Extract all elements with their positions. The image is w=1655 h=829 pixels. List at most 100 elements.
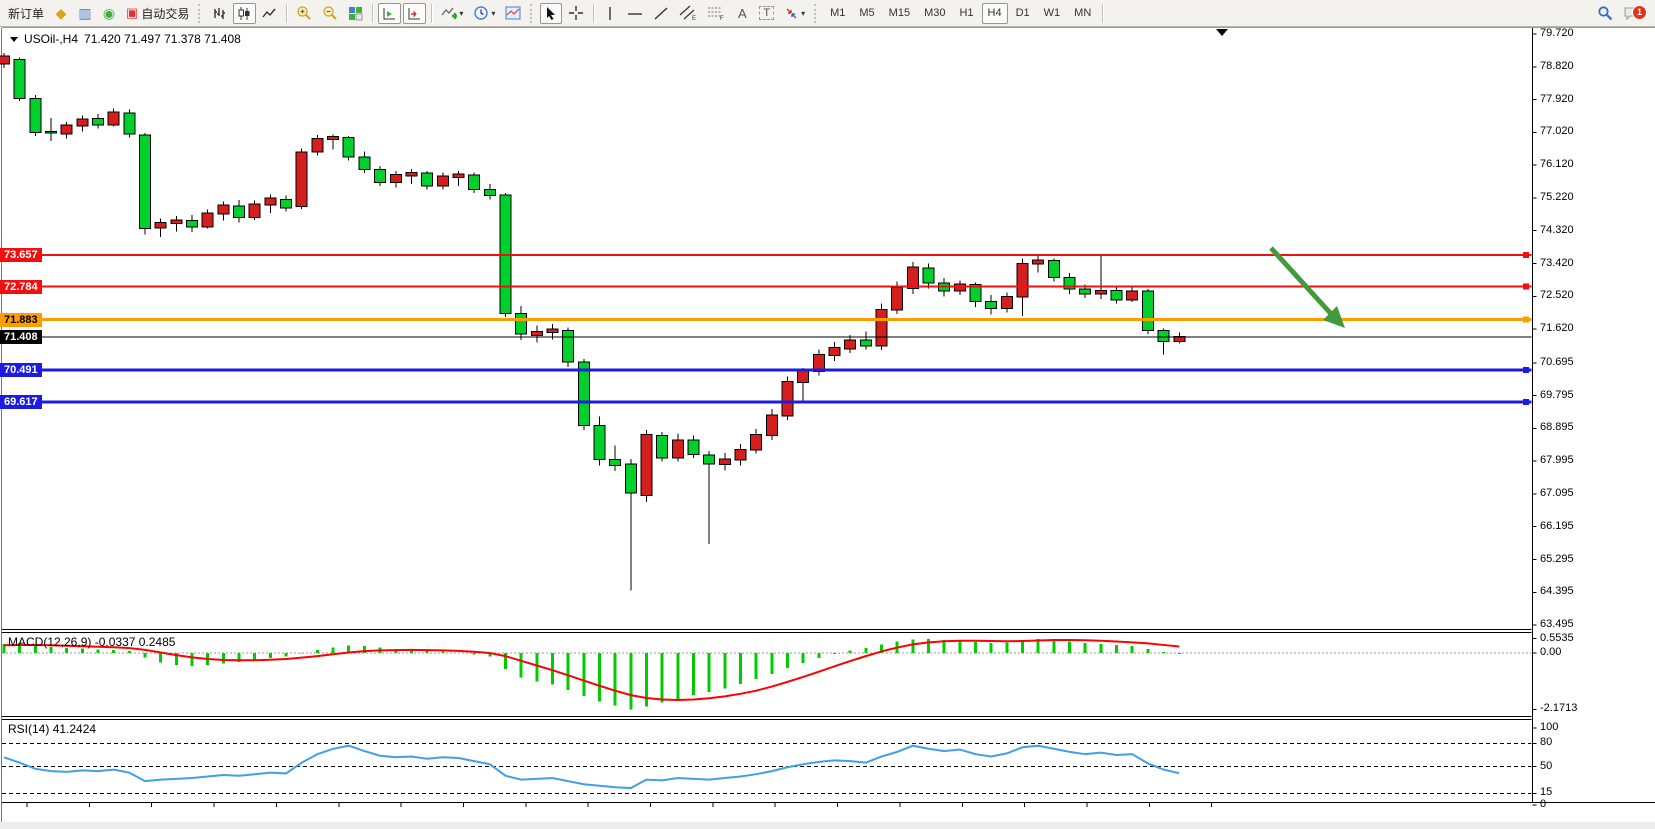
tab-timeframe-M15[interactable]: M15 <box>883 3 916 24</box>
crosshair-button[interactable] <box>564 3 588 24</box>
macd-axis-tick: 0.00 <box>1540 646 1561 658</box>
crosshair-icon <box>568 5 584 21</box>
price-axis-tick: 70.695 <box>1540 356 1574 368</box>
tile-windows-button[interactable] <box>344 3 367 24</box>
bar-chart-button[interactable] <box>208 3 231 24</box>
candlestick-chart-button[interactable] <box>233 3 256 24</box>
price-axis-tick: 77.020 <box>1540 125 1574 137</box>
templates-button[interactable] <box>501 3 525 24</box>
chart-canvas[interactable] <box>0 0 1655 829</box>
price-line-badge: 71.883 <box>0 313 42 327</box>
toolbar-grip <box>198 4 203 23</box>
autotrading-label: 自动交易 <box>141 5 189 22</box>
market-watch-icon: ▥ <box>78 5 91 22</box>
auto-scroll-button[interactable] <box>378 3 401 24</box>
rsi-label: RSI(14) <box>8 722 49 736</box>
price-axis-tick: 73.420 <box>1540 257 1574 269</box>
fibonacci-button[interactable]: F <box>703 3 729 24</box>
tab-timeframe-MN[interactable]: MN <box>1068 3 1097 24</box>
chart-wizard-button[interactable]: ◆ <box>50 3 72 24</box>
cursor-icon <box>544 6 558 21</box>
price-axis-tick: 64.395 <box>1540 585 1574 597</box>
dropdown-icon: ▾ <box>459 9 463 18</box>
price-line-badge: 71.408 <box>0 330 42 344</box>
price-axis-tick: 71.620 <box>1540 322 1574 334</box>
zoom-out-icon <box>322 5 338 21</box>
indicators-button[interactable]: ▾ <box>437 3 467 24</box>
text-button[interactable]: A <box>731 3 753 24</box>
price-axis-tick: 76.120 <box>1540 158 1574 170</box>
macd-pane-label: MACD(12,26,9) -0.0337 0.2485 <box>8 635 175 649</box>
status-strip <box>0 822 1655 829</box>
price-axis-tick: 67.095 <box>1540 487 1574 499</box>
arrows-button[interactable]: ▾ <box>780 3 809 24</box>
price-axis-tick: 75.220 <box>1540 191 1574 203</box>
macd-axis-tick: -2.1713 <box>1540 702 1577 714</box>
signals-button[interactable]: ◉ <box>98 3 120 24</box>
new-order-button[interactable]: 新订单 <box>4 3 48 24</box>
price-axis-tick: 68.895 <box>1540 421 1574 433</box>
horizontal-line-icon <box>627 6 643 21</box>
text-label-button[interactable]: T <box>755 3 778 24</box>
trendline-icon <box>653 6 669 21</box>
rsi-axis-tick: 80 <box>1540 736 1552 748</box>
vertical-line-button[interactable] <box>599 3 621 24</box>
dropdown-icon: ▾ <box>491 9 495 18</box>
price-line-badge: 73.657 <box>0 248 42 262</box>
price-axis-tick: 63.495 <box>1540 618 1574 630</box>
price-line-badge: 72.784 <box>0 280 42 294</box>
tab-timeframe-M1[interactable]: M1 <box>824 3 851 24</box>
periods-clock-icon <box>473 5 489 21</box>
zoom-out-button[interactable] <box>318 3 342 24</box>
price-line-badge: 69.617 <box>0 395 42 409</box>
macd-axis-tick: 0.5535 <box>1540 632 1574 644</box>
chart-ohlc-values: 71.420 71.497 71.378 71.408 <box>84 32 241 46</box>
zoom-in-button[interactable] <box>292 3 316 24</box>
zoom-in-icon <box>296 5 312 21</box>
price-line-badge: 70.491 <box>0 363 42 377</box>
collapse-icon[interactable] <box>10 37 18 42</box>
toolbar: 新订单 ◆ ▥ ◉ ▣ 自动交易 ▾ <box>0 0 1655 27</box>
line-chart-button[interactable] <box>258 3 281 24</box>
toolbar-grip <box>814 4 819 23</box>
chat-button[interactable]: 1 <box>1619 3 1644 24</box>
price-axis-tick: 67.995 <box>1540 454 1574 466</box>
toolbar-separator <box>431 4 432 23</box>
chart-shift-button[interactable] <box>403 3 426 24</box>
candlestick-icon <box>237 6 252 21</box>
macd-values: -0.0337 0.2485 <box>95 635 176 649</box>
rsi-axis-tick: 0 <box>1540 798 1546 810</box>
price-axis-tick: 74.320 <box>1540 224 1574 236</box>
text-icon: A <box>738 6 747 21</box>
channel-button[interactable]: E <box>675 3 701 24</box>
rsi-axis-tick: 100 <box>1540 721 1558 733</box>
tile-windows-icon <box>348 6 363 21</box>
macd-label: MACD(12,26,9) <box>8 635 91 649</box>
tab-timeframe-D1[interactable]: D1 <box>1010 3 1036 24</box>
tab-timeframe-H1[interactable]: H1 <box>953 3 979 24</box>
tab-timeframe-M5[interactable]: M5 <box>853 3 880 24</box>
rsi-value: 41.2424 <box>53 722 96 736</box>
market-watch-button[interactable]: ▥ <box>74 3 96 24</box>
tab-timeframe-W1[interactable]: W1 <box>1038 3 1067 24</box>
tab-timeframe-H4[interactable]: H4 <box>982 3 1008 24</box>
periods-button[interactable]: ▾ <box>469 3 499 24</box>
dropdown-icon: ▾ <box>801 9 805 18</box>
chart-wizard-icon: ◆ <box>56 5 67 22</box>
svg-text:F: F <box>720 16 724 21</box>
trendline-button[interactable] <box>649 3 673 24</box>
arrows-icon <box>784 6 799 21</box>
templates-icon <box>505 5 521 21</box>
search-button[interactable] <box>1593 3 1617 24</box>
price-axis-tick: 72.520 <box>1540 289 1574 301</box>
horizontal-line-button[interactable] <box>623 3 647 24</box>
tab-timeframe-M30[interactable]: M30 <box>918 3 951 24</box>
new-order-label: 新订单 <box>8 5 44 22</box>
scroll-position-marker <box>1216 29 1228 36</box>
autotrading-icon: ▣ <box>126 5 138 21</box>
rsi-pane-label: RSI(14) 41.2424 <box>8 722 96 736</box>
chart-title-bar: USOil-,H4 71.420 71.497 71.378 71.408 <box>10 32 241 46</box>
price-axis-tick: 79.720 <box>1540 27 1574 39</box>
autotrading-button[interactable]: ▣ 自动交易 <box>122 3 193 24</box>
cursor-button[interactable] <box>540 3 562 24</box>
